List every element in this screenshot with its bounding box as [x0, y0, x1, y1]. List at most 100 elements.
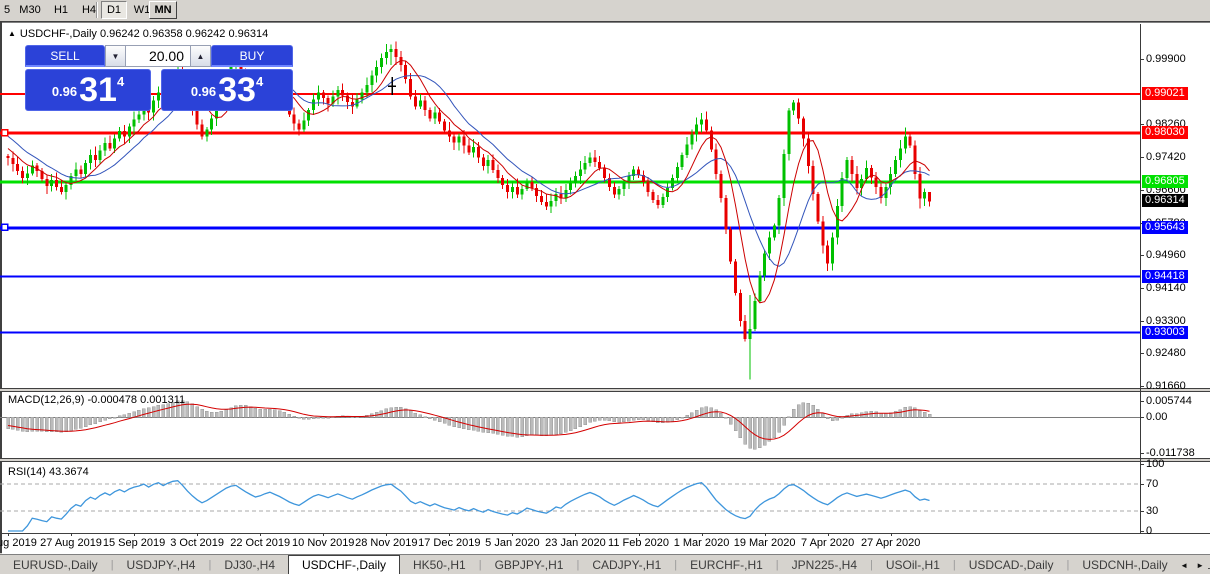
- spin-up-icon: ▲: [197, 52, 205, 61]
- bid-price-display[interactable]: 0.96 31 4: [25, 69, 151, 111]
- macd-histogram-bar: [89, 417, 92, 425]
- chart-tab-jpn225-h4[interactable]: JPN225-,H4: [779, 555, 870, 574]
- buy-button[interactable]: BUY: [211, 45, 293, 67]
- macd-histogram-bar: [99, 417, 102, 422]
- rsi-axis-label: 100: [1146, 458, 1164, 470]
- candle-body: [11, 158, 14, 164]
- macd-histogram-bar: [496, 417, 499, 434]
- candle-body: [836, 206, 839, 238]
- time-axis-label: 17 Dec 2019: [414, 537, 484, 549]
- timeframe-button-5[interactable]: 5: [2, 1, 12, 19]
- tab-scroll-prev-icon[interactable]: ◄: [1180, 561, 1188, 570]
- candle-body: [118, 131, 121, 138]
- candle-body: [128, 126, 131, 136]
- time-axis-tick: [512, 533, 513, 536]
- macd-histogram-bar: [744, 417, 747, 444]
- candle-body: [317, 93, 320, 100]
- line-anchor-handle[interactable]: [2, 130, 8, 136]
- macd-histogram-bar: [603, 417, 606, 420]
- timeframe-button-m30[interactable]: M30: [15, 1, 45, 19]
- candle-body: [792, 103, 795, 111]
- chart-tab-hk50-h1[interactable]: HK50-,H1: [400, 555, 479, 574]
- macd-histogram-bar: [26, 417, 29, 431]
- candle-body: [923, 192, 926, 199]
- timeframe-button-h1[interactable]: H1: [49, 1, 73, 19]
- time-axis-tick: [702, 533, 703, 536]
- macd-histogram-bar: [264, 409, 267, 417]
- candle-body: [690, 134, 693, 144]
- macd-histogram-bar: [142, 409, 145, 418]
- candle-body: [787, 111, 790, 155]
- macd-histogram-bar: [768, 417, 771, 441]
- macd-histogram-bar: [55, 417, 58, 432]
- sell-button[interactable]: SELL: [25, 45, 105, 67]
- volume-input[interactable]: [126, 45, 190, 67]
- chart-tab-dj30-h4[interactable]: DJ30-,H4: [211, 555, 288, 574]
- candle-body: [739, 293, 742, 321]
- time-axis-tick: [71, 533, 72, 536]
- macd-histogram-bar: [399, 407, 402, 417]
- macd-histogram-bar: [123, 415, 126, 418]
- chart-tab-cadjpy-h1[interactable]: CADJPY-,H1: [579, 555, 674, 574]
- macd-histogram-bar: [225, 410, 228, 418]
- macd-histogram-bar: [492, 417, 495, 433]
- chart-tab-usdjpy-h4[interactable]: USDJPY-,H4: [114, 555, 209, 574]
- macd-histogram-bar: [642, 417, 645, 420]
- ask-price-display[interactable]: 0.96 33 4: [161, 69, 293, 111]
- macd-histogram-bar: [293, 416, 296, 417]
- macd-histogram-bar: [118, 416, 121, 418]
- macd-histogram-bar: [428, 417, 431, 419]
- candle-body: [841, 178, 844, 206]
- volume-increase-button[interactable]: ▲: [190, 45, 211, 67]
- candle-body: [55, 180, 58, 187]
- macd-histogram-bar: [259, 409, 262, 417]
- candle-body: [467, 146, 470, 153]
- macd-histogram-bar: [783, 417, 786, 425]
- time-axis-label: 7 Apr 2020: [793, 537, 863, 549]
- rsi-line: [8, 481, 930, 531]
- timeframe-button-d1[interactable]: D1: [101, 1, 127, 19]
- ask-pips: 33: [218, 73, 256, 107]
- time-axis-label: 1 Mar 2020: [667, 537, 737, 549]
- chart-tab-usoil-h1[interactable]: USOil-,H1: [873, 555, 953, 574]
- tab-scroll-next-icon[interactable]: ►: [1196, 561, 1204, 570]
- level-price-label: 0.94418: [1142, 270, 1188, 283]
- macd-histogram-bar: [875, 412, 878, 417]
- price-axis-tick: [1140, 353, 1144, 354]
- candle-body: [734, 261, 737, 293]
- macd-histogram-bar: [521, 417, 524, 437]
- candle-body: [462, 136, 465, 145]
- price-axis-label: 0.94960: [1146, 249, 1186, 261]
- line-anchor-handle[interactable]: [2, 224, 8, 230]
- chart-tab-usdchf-daily[interactable]: USDCHF-,Daily: [288, 555, 400, 574]
- time-axis-tick: [260, 533, 261, 536]
- candle-body: [370, 76, 373, 85]
- macd-histogram-bar: [477, 417, 480, 431]
- macd-label: MACD(12,26,9) -0.000478 0.001311: [8, 394, 185, 406]
- chart-tab-eurchf-h1[interactable]: EURCHF-,H1: [677, 555, 776, 574]
- price-axis-tick: [1140, 59, 1144, 60]
- candle-body: [45, 179, 48, 186]
- current-price-label: 0.96314: [1142, 194, 1188, 207]
- collapse-triangle-icon[interactable]: ▲: [8, 29, 16, 38]
- candle-body: [511, 187, 514, 192]
- candle-body: [918, 174, 921, 199]
- macd-histogram-bar: [841, 417, 844, 418]
- chart-tab-gbpjpy-h1[interactable]: GBPJPY-,H1: [482, 555, 577, 574]
- candle-body: [647, 182, 650, 192]
- macd-histogram-bar: [419, 415, 422, 417]
- chart-tab-eurusd-daily[interactable]: EURUSD-,Daily: [0, 555, 111, 574]
- candle-body: [104, 143, 107, 150]
- candle-body: [521, 189, 524, 195]
- timeframe-button-mn[interactable]: MN: [149, 1, 177, 19]
- macd-histogram-bar: [608, 417, 611, 421]
- price-axis-label: 0.91660: [1146, 380, 1186, 392]
- price-axis-tick: [1140, 255, 1144, 256]
- candle-body: [574, 176, 577, 183]
- candle-body: [637, 169, 640, 175]
- chart-tab-usdcad-daily[interactable]: USDCAD-,Daily: [956, 555, 1067, 574]
- chart-tab-usdcnh-daily[interactable]: USDCNH-,Daily: [1069, 555, 1180, 574]
- candle-body: [710, 130, 713, 149]
- candle-body: [293, 115, 296, 124]
- rsi-indicator-canvas[interactable]: [0, 462, 1140, 533]
